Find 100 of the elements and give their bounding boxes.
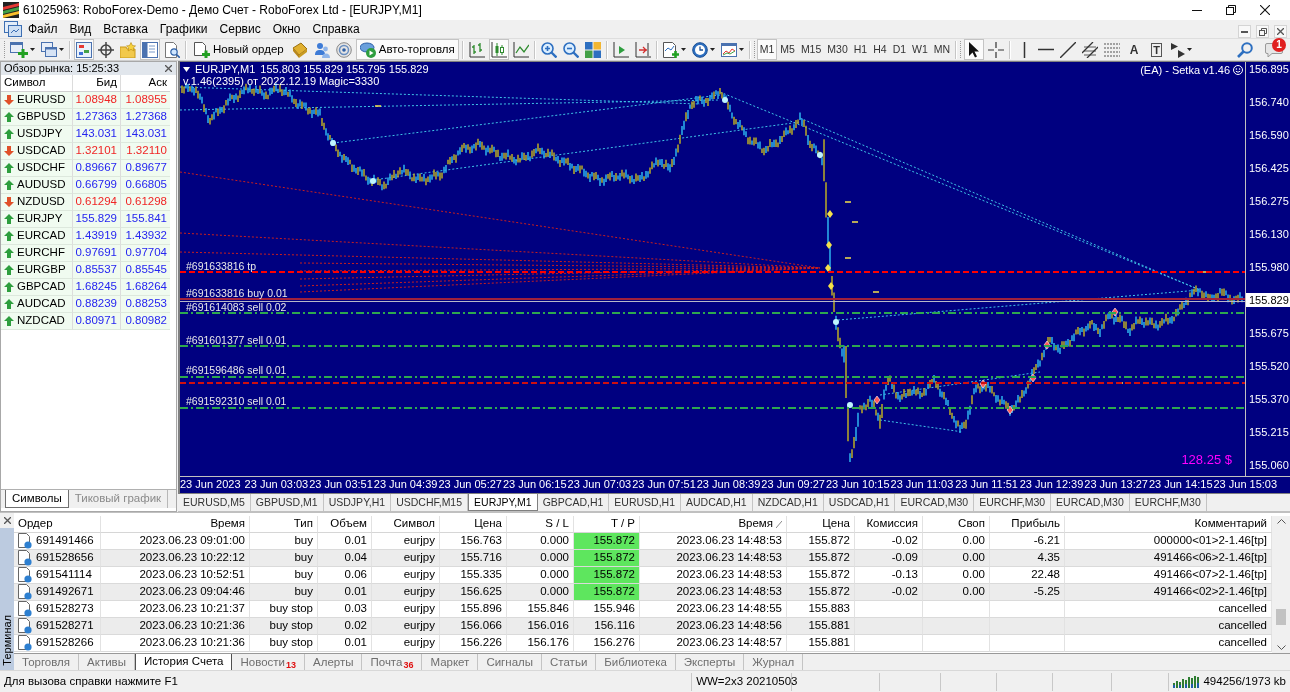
close-icon[interactable] (3, 517, 11, 524)
column-header[interactable]: Тип (250, 516, 318, 533)
time-label: 23 Jun 13:27 (1084, 477, 1149, 492)
chart-tab[interactable]: EURCAD,M30 (1051, 494, 1130, 511)
timeframe-button[interactable]: D1 (889, 39, 910, 60)
table-cell: 2023.06.23 10:21:36 (139, 619, 245, 633)
minimize-icon[interactable] (1192, 9, 1202, 11)
menu-item[interactable]: Окно (266, 20, 307, 38)
minimize-icon[interactable] (1241, 30, 1248, 33)
arrows-icon[interactable] (1170, 41, 1185, 58)
timeframe-button[interactable]: M1 (756, 39, 778, 60)
messages-button[interactable]: 1 (1261, 39, 1287, 60)
windows-icon[interactable] (41, 42, 57, 57)
chart-tab[interactable]: EURCAD,M30 (895, 494, 975, 511)
column-header[interactable]: Объем (318, 516, 372, 533)
chevron-up-icon[interactable] (1276, 519, 1286, 524)
column-header[interactable]: Время (101, 516, 250, 533)
chart-tab[interactable]: GBPCAD,H1 (537, 494, 610, 511)
clock-icon[interactable] (691, 41, 708, 58)
caret-icon[interactable] (30, 48, 35, 51)
table-cell: 155.872 (574, 533, 640, 550)
chart-window-icon[interactable] (4, 21, 22, 37)
timeframe-button[interactable]: M5 (777, 39, 798, 60)
panel-title: Обзор рынка: 15:25:33 (4, 61, 120, 76)
chart-tab[interactable]: USDCAD,H1 (823, 494, 896, 511)
time-label: 23 Jun 07:03 (567, 477, 632, 492)
table-cell: cancelled (1218, 619, 1267, 633)
tab[interactable]: Символы (5, 490, 69, 508)
menu-item[interactable]: Файл (22, 20, 64, 38)
column-header[interactable]: Бид (96, 76, 117, 90)
timeframe-button[interactable]: M15 (797, 39, 825, 60)
menu-item[interactable]: Графики (153, 20, 214, 38)
menu-item[interactable]: Сервис (213, 20, 267, 38)
column-header[interactable]: Своп (923, 516, 990, 533)
table-cell: 156.763 (460, 534, 502, 548)
caret-icon[interactable] (738, 48, 744, 51)
time-label: 23 Jun 10:15 (825, 477, 891, 492)
window-lines-icon[interactable] (720, 42, 737, 57)
scrollbar-thumb[interactable] (1276, 609, 1286, 625)
column-header[interactable]: Цена (440, 516, 507, 533)
column-header[interactable]: Символ (4, 76, 46, 90)
chart-tab[interactable]: NZDCAD,H1 (752, 494, 824, 511)
timeframe-button[interactable]: H1 (850, 39, 871, 60)
column-header[interactable]: Прибыль (990, 516, 1065, 533)
profiles-button[interactable] (39, 39, 66, 60)
order-number: 691492671 (36, 585, 94, 599)
document-plus-icon[interactable] (194, 41, 210, 58)
caret-icon[interactable] (59, 48, 64, 51)
text-tool[interactable]: A (1124, 39, 1145, 60)
menu-item[interactable]: Вид (63, 20, 98, 38)
document-chart-icon[interactable] (662, 41, 679, 58)
autotrading-button[interactable]: Авто-торговля (355, 39, 459, 60)
column-header[interactable]: Комментарий (1065, 516, 1272, 533)
caret-icon[interactable] (1186, 48, 1192, 51)
chart-tab[interactable]: USDJPY,H1 (323, 494, 392, 511)
menu-item[interactable]: Справка (306, 20, 366, 38)
timeframe-button[interactable]: M30 (824, 39, 851, 60)
chart-tab[interactable]: EURUSD,H1 (609, 494, 681, 511)
column-header[interactable]: Комиссия (855, 516, 923, 533)
periods-button[interactable] (689, 39, 717, 60)
new-order-button[interactable]: Новый ордер (190, 39, 288, 60)
chart-tab[interactable]: EURCHF,M30 (1129, 494, 1207, 511)
bid-price: 1.43919 (75, 229, 117, 243)
chart-tab[interactable]: AUDCAD,H1 (681, 494, 753, 511)
order-number: 691541114 (36, 568, 92, 582)
window-plus-icon[interactable] (10, 41, 28, 58)
timeframe-button[interactable]: H4 (870, 39, 890, 60)
indicators-button[interactable] (660, 39, 688, 60)
column-header[interactable]: Время (640, 516, 787, 533)
restore-icon[interactable] (1226, 5, 1236, 15)
text-label-tool[interactable]: T (1146, 39, 1167, 60)
column-header[interactable]: Цена (787, 516, 855, 533)
table-cell: 2023.06.23 09:01:00 (139, 534, 245, 548)
table-cell: 0.01 (344, 585, 367, 599)
chart-tab[interactable]: EURCHF,M30 (974, 494, 1052, 511)
ask-price: 155.841 (125, 212, 167, 226)
minimize-button[interactable] (1238, 25, 1251, 38)
chart-tab[interactable]: GBPUSD,M1 (250, 494, 324, 511)
new-chart-button[interactable] (8, 39, 37, 60)
chevron-down-icon[interactable] (1276, 645, 1286, 650)
caret-icon[interactable] (680, 48, 686, 51)
vertical-line-icon[interactable] (1022, 41, 1026, 58)
column-header[interactable]: S / L (507, 516, 574, 533)
horizontal-line-icon[interactable] (1038, 48, 1055, 51)
timeframe-button[interactable]: MN (930, 39, 954, 60)
dropdown-triangle-icon[interactable] (183, 66, 190, 72)
price-label: 156.130 (1248, 227, 1290, 241)
timeframe-button[interactable]: W1 (909, 39, 931, 60)
column-header[interactable]: Аск (148, 76, 167, 90)
close-icon[interactable] (1260, 5, 1270, 15)
column-header[interactable]: Ордер (14, 516, 101, 533)
column-header[interactable]: Символ (372, 516, 440, 533)
caret-icon[interactable] (709, 48, 715, 51)
chart-tab[interactable]: EURUSD,M5 (178, 494, 251, 511)
chart-tab[interactable]: EURJPY,M1 (468, 494, 538, 511)
table-cell: 0.01 (344, 534, 367, 548)
close-icon[interactable] (165, 65, 172, 72)
bubble-play-icon[interactable] (359, 41, 376, 58)
menu-item[interactable]: Вставка (97, 20, 154, 38)
scrollbar[interactable] (1272, 516, 1290, 653)
